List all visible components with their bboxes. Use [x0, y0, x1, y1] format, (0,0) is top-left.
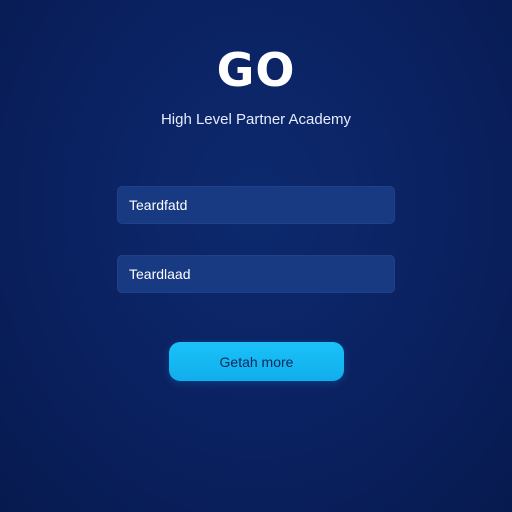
- text-field-1[interactable]: [117, 186, 395, 224]
- text-input-1[interactable]: [129, 186, 395, 224]
- app-subtitle: High Level Partner Academy: [160, 111, 352, 128]
- go-logo: GO: [216, 43, 296, 97]
- text-field-2[interactable]: [117, 255, 395, 293]
- login-screen: GO High Level Partner Academy Getah more: [0, 0, 512, 512]
- text-input-2[interactable]: [129, 255, 395, 293]
- submit-button[interactable]: Getah more: [169, 342, 344, 381]
